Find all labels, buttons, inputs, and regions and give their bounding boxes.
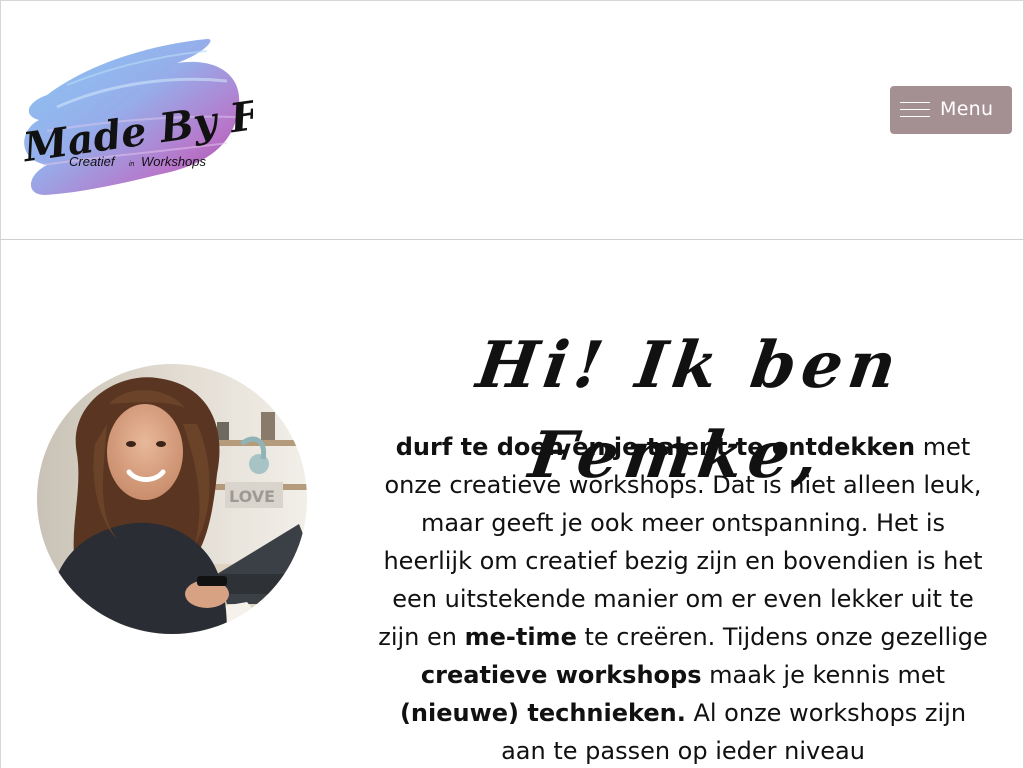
menu-button[interactable]: Menu: [890, 86, 1012, 134]
hamburger-icon: [900, 102, 930, 118]
portrait-photo: LOVE: [37, 364, 307, 634]
intro-text-2: met onze creatieve workshops. Dat is nie…: [378, 433, 983, 651]
intro-text-6: maak je kennis met: [701, 661, 946, 689]
site-header: Made By Fem Creatief in Workshops Menu: [1, 0, 1023, 240]
intro-text-bold-technieken: (nieuwe) technieken.: [399, 699, 686, 727]
menu-label: Menu: [940, 98, 994, 120]
intro-text-bold-metime: me-time: [464, 623, 577, 651]
logo-brushstroke-image: Made By Fem Creatief in Workshops: [19, 38, 253, 195]
site-logo[interactable]: Made By Fem Creatief in Workshops: [17, 35, 253, 205]
intro-text-bold-workshops: creatieve workshops: [420, 661, 702, 689]
logo-subtitle-in: in: [129, 161, 135, 168]
logo-subtitle-right: Workshops: [141, 154, 207, 169]
logo-subtitle-left: Creatief: [69, 154, 116, 169]
intro-paragraph: durf te doen en je talent te ontdekken m…: [377, 428, 989, 768]
intro-text-4: te creëren. Tijdens onze gezellige: [576, 623, 988, 651]
intro-section: LOVE Hi! Ik ben Femke, durf te doen en j…: [1, 241, 1023, 768]
svg-text:LOVE: LOVE: [229, 487, 275, 506]
page: Made By Fem Creatief in Workshops Menu L…: [0, 0, 1024, 768]
intro-text-bold-1: durf te doen en je talent te ontdekken: [395, 433, 916, 461]
